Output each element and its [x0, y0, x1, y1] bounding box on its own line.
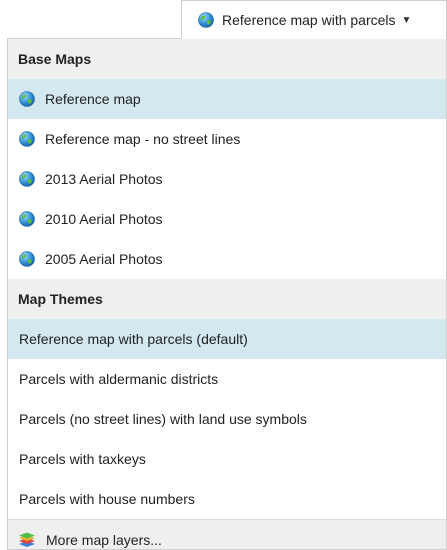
menu-item-reference-map-no-street-lines[interactable]: Reference map - no street lines: [8, 119, 446, 159]
more-map-layers-button[interactable]: More map layers...: [8, 519, 446, 549]
globe-icon: [19, 211, 35, 227]
globe-icon: [19, 91, 35, 107]
layers-icon: [18, 532, 36, 548]
dropdown-selected-label: Reference map with parcels: [222, 12, 396, 28]
caret-down-icon: ▼: [401, 14, 412, 26]
globe-icon: [19, 131, 35, 147]
menu-item-2005-aerial-photos[interactable]: 2005 Aerial Photos: [8, 239, 446, 279]
menu-item-reference-map[interactable]: Reference map: [8, 79, 446, 119]
globe-icon: [198, 12, 214, 28]
menu-item-label: 2013 Aerial Photos: [45, 171, 163, 187]
menu-item-parcels-taxkeys[interactable]: Parcels with taxkeys: [8, 439, 446, 479]
section-header-map-themes: Map Themes: [8, 279, 446, 319]
menu-item-2010-aerial-photos[interactable]: 2010 Aerial Photos: [8, 199, 446, 239]
menu-item-parcels-house-numbers[interactable]: Parcels with house numbers: [8, 479, 446, 519]
menu-item-parcels-aldermanic-districts[interactable]: Parcels with aldermanic districts: [8, 359, 446, 399]
menu-item-label: 2005 Aerial Photos: [45, 251, 163, 267]
globe-icon: [19, 251, 35, 267]
menu-item-reference-map-with-parcels[interactable]: Reference map with parcels (default): [8, 319, 446, 359]
globe-icon: [19, 171, 35, 187]
menu-item-parcels-land-use-symbols[interactable]: Parcels (no street lines) with land use …: [8, 399, 446, 439]
menu-item-2013-aerial-photos[interactable]: 2013 Aerial Photos: [8, 159, 446, 199]
basemap-dropdown-button[interactable]: Reference map with parcels ▼: [181, 0, 447, 39]
menu-item-label: Reference map: [45, 91, 141, 107]
section-header-base-maps: Base Maps: [8, 39, 446, 79]
footer-label: More map layers...: [46, 531, 162, 548]
menu-item-label: Reference map - no street lines: [45, 131, 241, 147]
basemap-menu: Base Maps Reference map Reference map - …: [7, 38, 447, 550]
menu-item-label: 2010 Aerial Photos: [45, 211, 163, 227]
